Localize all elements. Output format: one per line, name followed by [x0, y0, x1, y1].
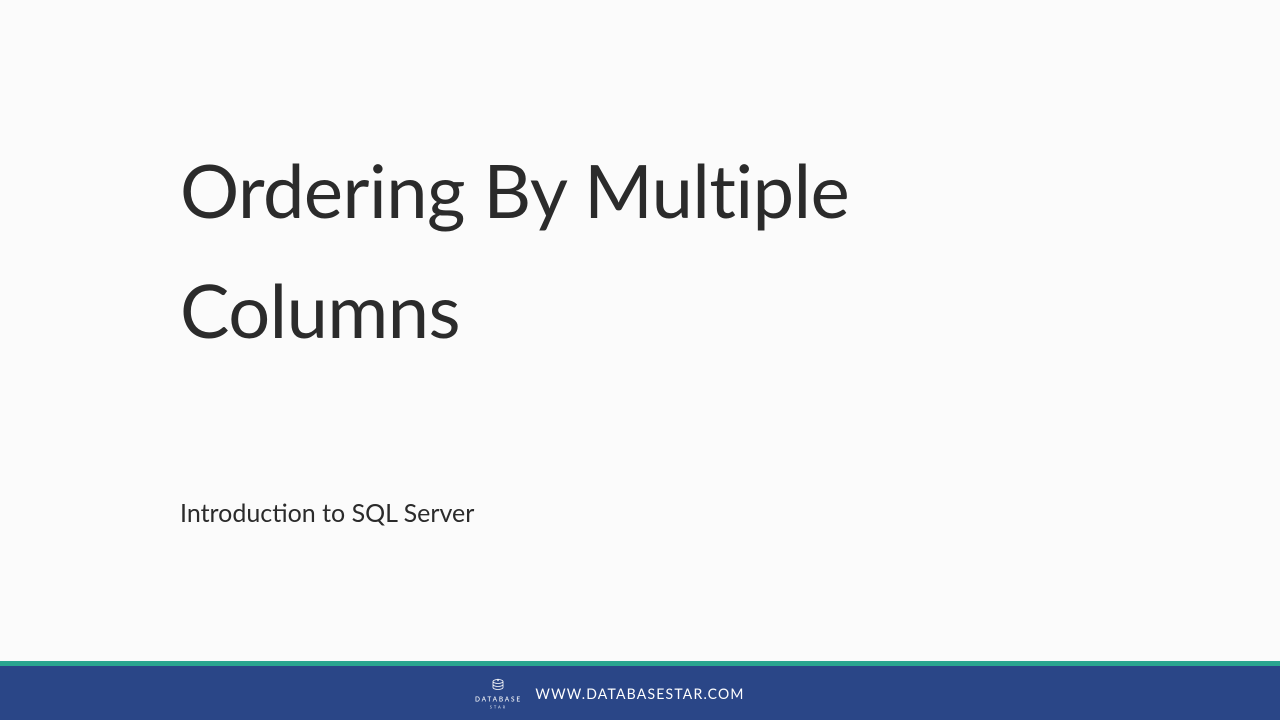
- slide: Ordering By Multiple Columns Introductio…: [0, 0, 1280, 720]
- footer-url: WWW.DATABASESTAR.COM: [535, 685, 744, 702]
- brand-name: DATABASE: [475, 697, 522, 704]
- slide-subtitle: Introduction to SQL Server: [180, 498, 1100, 528]
- slide-title: Ordering By Multiple Columns: [180, 130, 1100, 370]
- brand-logo: DATABASE STAR: [475, 677, 522, 710]
- database-icon: [490, 677, 506, 695]
- slide-content: Ordering By Multiple Columns Introductio…: [0, 0, 1280, 661]
- brand-sub: STAR: [490, 705, 507, 710]
- footer: DATABASE STAR WWW.DATABASESTAR.COM: [0, 666, 1280, 720]
